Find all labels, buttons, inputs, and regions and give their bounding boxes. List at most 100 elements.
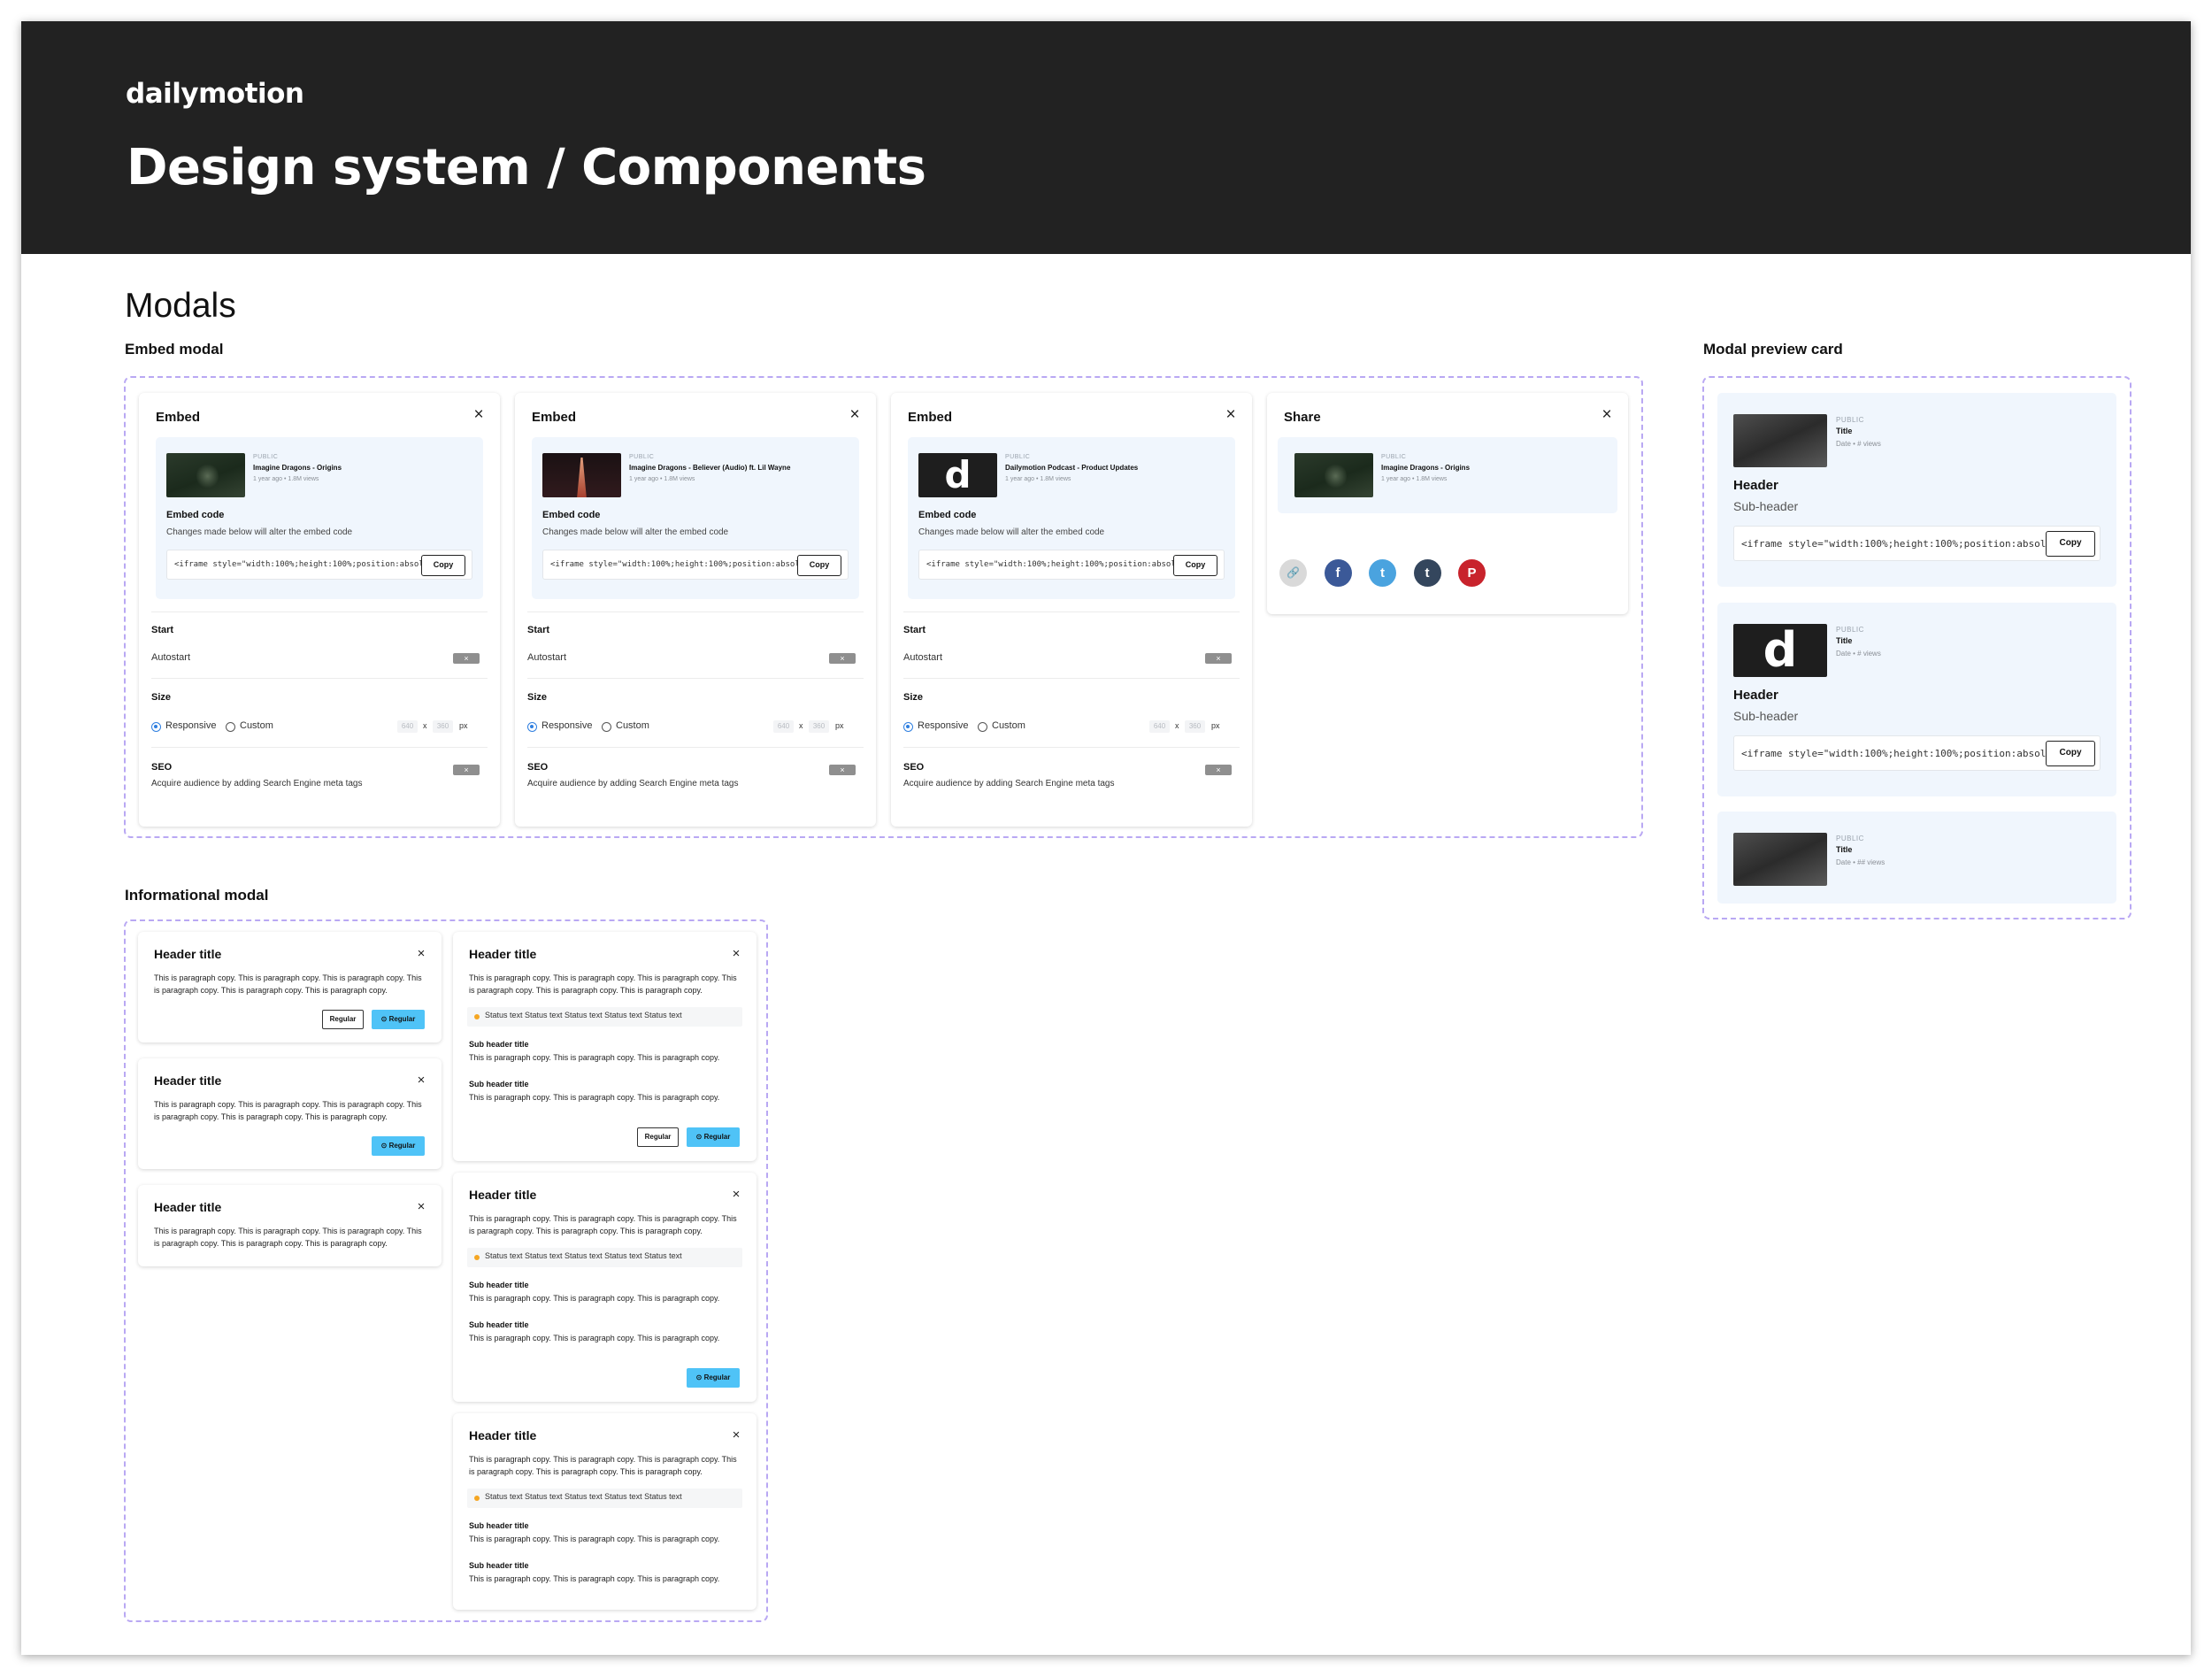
height-input[interactable]: 360	[1185, 720, 1205, 733]
status-text: Status text Status text Status text Stat…	[485, 1492, 682, 1501]
twitter-icon[interactable]: t	[1369, 559, 1396, 587]
preview-card: PUBLIC Title Date • # views Header Sub-heade…	[1717, 393, 2116, 587]
responsive-radio[interactable]	[527, 722, 537, 732]
seo-desc: Acquire audience by adding Search Engine…	[527, 779, 739, 788]
responsive-label: Responsive	[918, 720, 969, 731]
preview-card: d PUBLIC Title Date • # views Header Sub-head…	[1717, 603, 2116, 796]
height-input[interactable]: 360	[809, 720, 829, 733]
secondary-button[interactable]: Regular	[322, 1010, 364, 1029]
video-meta: 1 year ago • 1.8M views	[253, 476, 319, 482]
preview-card-label: Modal preview card	[1703, 341, 1843, 358]
copy-button[interactable]: Copy	[797, 555, 841, 576]
embed-code-text: <iframe style="width:100%;height:100%;po…	[1741, 748, 2064, 759]
card-header: Header	[1733, 478, 1778, 493]
seo-toggle[interactable]: ×	[1205, 765, 1232, 775]
close-icon[interactable]: ×	[1597, 405, 1617, 425]
copy-button[interactable]: Copy	[2046, 531, 2095, 557]
embed-modal-label: Embed modal	[125, 341, 224, 358]
sub-paragraph: This is paragraph copy. This is paragrap…	[469, 1334, 720, 1342]
card-sub-header: Sub-header	[1733, 499, 1799, 513]
custom-radio[interactable]	[226, 722, 235, 732]
preview-card: PUBLIC Title Date • ## views	[1717, 812, 2116, 904]
video-status: PUBLIC	[1836, 626, 1864, 634]
video-meta: Date • ## views	[1836, 858, 1886, 866]
primary-button[interactable]: ⊙ Regular	[372, 1136, 425, 1156]
tumblr-icon[interactable]: t	[1413, 559, 1441, 587]
close-icon[interactable]: ×	[413, 1073, 429, 1089]
close-icon[interactable]: ×	[728, 946, 744, 962]
info-modal: Header title × This is paragraph copy. Thi…	[138, 1058, 442, 1169]
close-icon[interactable]: ×	[1221, 405, 1240, 425]
responsive-radio[interactable]	[151, 722, 161, 732]
copy-button[interactable]: Copy	[1173, 555, 1217, 576]
sub-header-title: Sub header title	[469, 1281, 529, 1289]
copy-button[interactable]: Copy	[421, 555, 465, 576]
start-label: Start	[903, 625, 926, 635]
embed-modal: Embed × PUBLIC Imagine Dragons - Believer (…	[515, 393, 876, 827]
video-thumbnail	[166, 453, 245, 497]
sub-paragraph: This is paragraph copy. This is paragrap…	[469, 1294, 720, 1303]
video-thumbnail	[542, 453, 621, 497]
close-icon[interactable]: ×	[728, 1427, 744, 1443]
divider	[903, 747, 1240, 748]
modal-title: Embed	[156, 410, 201, 425]
pinterest-icon[interactable]: P	[1458, 559, 1486, 587]
size-label: Size	[527, 692, 548, 703]
video-thumbnail	[1294, 453, 1373, 497]
close-icon[interactable]: ×	[469, 405, 488, 425]
video-title: Dailymotion Podcast - Product Updates	[1005, 464, 1139, 472]
autostart-label: Autostart	[151, 652, 191, 663]
autostart-toggle[interactable]: ×	[829, 653, 856, 664]
modal-header-title: Header title	[154, 947, 222, 961]
responsive-radio[interactable]	[903, 722, 913, 732]
modal-title: Share	[1284, 410, 1321, 425]
share-panel: PUBLIC Imagine Dragons - Origins 1 year ag…	[1278, 437, 1617, 513]
close-icon[interactable]: ×	[413, 1199, 429, 1215]
primary-button[interactable]: ⊙ Regular	[687, 1127, 740, 1147]
embed-code-text: <iframe style="width:100%;height:100%;po…	[926, 560, 1191, 569]
width-input[interactable]: 640	[773, 720, 794, 733]
share-modal: Share × PUBLIC Imagine Dragons - Origins 1 y…	[1267, 393, 1628, 614]
embed-code-field[interactable]: <iframe style="width:100%;height:100%;po…	[1733, 526, 2101, 561]
close-icon[interactable]: ×	[845, 405, 864, 425]
embed-code-field[interactable]: <iframe style="width:100%;height:100%;po…	[1733, 735, 2101, 771]
embed-code-field[interactable]: <iframe style="width:100%;height:100%;po…	[542, 550, 849, 580]
custom-radio[interactable]	[978, 722, 987, 732]
custom-radio[interactable]	[602, 722, 611, 732]
status-text: Status text Status text Status text Stat…	[485, 1251, 682, 1260]
embed-code-desc: Changes made below will alter the embed …	[918, 527, 1105, 537]
primary-button[interactable]: ⊙ Regular	[372, 1010, 425, 1029]
width-input[interactable]: 640	[397, 720, 418, 733]
close-icon[interactable]: ×	[728, 1187, 744, 1203]
sub-paragraph: This is paragraph copy. This is paragrap…	[469, 1093, 720, 1102]
embed-code-field[interactable]: <iframe style="width:100%;height:100%;po…	[166, 550, 472, 580]
video-title: Title	[1836, 845, 1853, 854]
divider	[903, 678, 1240, 679]
autostart-toggle[interactable]: ×	[453, 653, 480, 664]
embed-code-field[interactable]: <iframe style="width:100%;height:100%;po…	[918, 550, 1225, 580]
modal-header-title: Header title	[154, 1200, 222, 1214]
divider	[527, 678, 864, 679]
primary-button[interactable]: ⊙ Regular	[687, 1368, 740, 1388]
seo-toggle[interactable]: ×	[829, 765, 856, 775]
seo-toggle[interactable]: ×	[453, 765, 480, 775]
paragraph: This is paragraph copy. This is paragrap…	[154, 973, 422, 995]
link-icon[interactable]: 🔗	[1279, 559, 1307, 587]
video-thumbnail: d	[1733, 624, 1827, 677]
secondary-button[interactable]: Regular	[637, 1127, 679, 1147]
size-label: Size	[903, 692, 924, 703]
video-meta: Date • # views	[1836, 650, 1881, 658]
paragraph: This is paragraph copy. This is paragrap…	[469, 1455, 737, 1476]
facebook-icon[interactable]: f	[1324, 559, 1352, 587]
sub-header-title: Sub header title	[469, 1040, 529, 1049]
autostart-toggle[interactable]: ×	[1205, 653, 1232, 664]
dimension-separator: x	[799, 721, 803, 730]
unit-label: px	[1211, 721, 1220, 730]
size-label: Size	[151, 692, 172, 703]
embed-modal: Embed × PUBLIC Imagine Dragons - Origins 1 y…	[139, 393, 500, 827]
close-icon[interactable]: ×	[413, 946, 429, 962]
card-header: Header	[1733, 688, 1778, 703]
width-input[interactable]: 640	[1149, 720, 1170, 733]
copy-button[interactable]: Copy	[2046, 741, 2095, 766]
height-input[interactable]: 360	[433, 720, 453, 733]
